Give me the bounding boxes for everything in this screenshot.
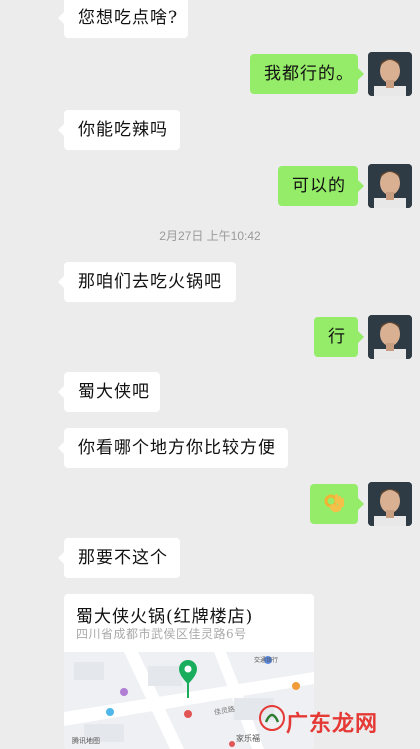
message-bubble-incoming[interactable]: 那咱们去吃火锅吧 xyxy=(58,262,236,302)
user-avatar[interactable] xyxy=(368,52,412,96)
avatar-image xyxy=(368,164,412,208)
avatar-image xyxy=(368,315,412,359)
avatar-image xyxy=(368,482,412,526)
message-bubble-incoming[interactable]: 那要不这个 xyxy=(58,538,180,578)
map-label-home: 家乐福 xyxy=(236,734,260,743)
message-bubble-outgoing[interactable]: 行 xyxy=(314,317,364,357)
message-bubble-incoming[interactable]: 你能吃辣吗 xyxy=(58,110,180,150)
user-avatar[interactable] xyxy=(368,315,412,359)
location-address: 四川省成都市武侯区佳灵路6号 xyxy=(76,627,247,641)
ok-hand-emoji-icon xyxy=(324,494,344,513)
watermark-logo-icon xyxy=(259,705,285,731)
message-bubble-incoming[interactable]: 蜀大侠吧 xyxy=(58,372,160,412)
message-bubble-incoming[interactable]: 您想吃点啥? xyxy=(58,0,188,38)
map-label-bank: 交通银行 xyxy=(254,658,279,664)
message-bubble-outgoing[interactable]: 可以的 xyxy=(278,166,364,206)
message-bubble-outgoing[interactable] xyxy=(310,484,364,524)
user-avatar[interactable] xyxy=(368,164,412,208)
message-bubble-outgoing[interactable]: 我都行的。 xyxy=(250,54,364,94)
location-title: 蜀大侠火锅(红牌楼店) xyxy=(76,607,254,627)
map-provider-label: 腾讯地图 xyxy=(72,738,100,745)
message-bubble-incoming[interactable]: 你看哪个地方你比较方便 xyxy=(58,428,288,468)
map-preview[interactable] xyxy=(64,652,314,749)
timestamp: 2月27日 上午10:42 xyxy=(159,229,261,243)
user-avatar[interactable] xyxy=(368,482,412,526)
watermark-text: 广东龙网 xyxy=(286,712,379,737)
avatar-image xyxy=(368,52,412,96)
